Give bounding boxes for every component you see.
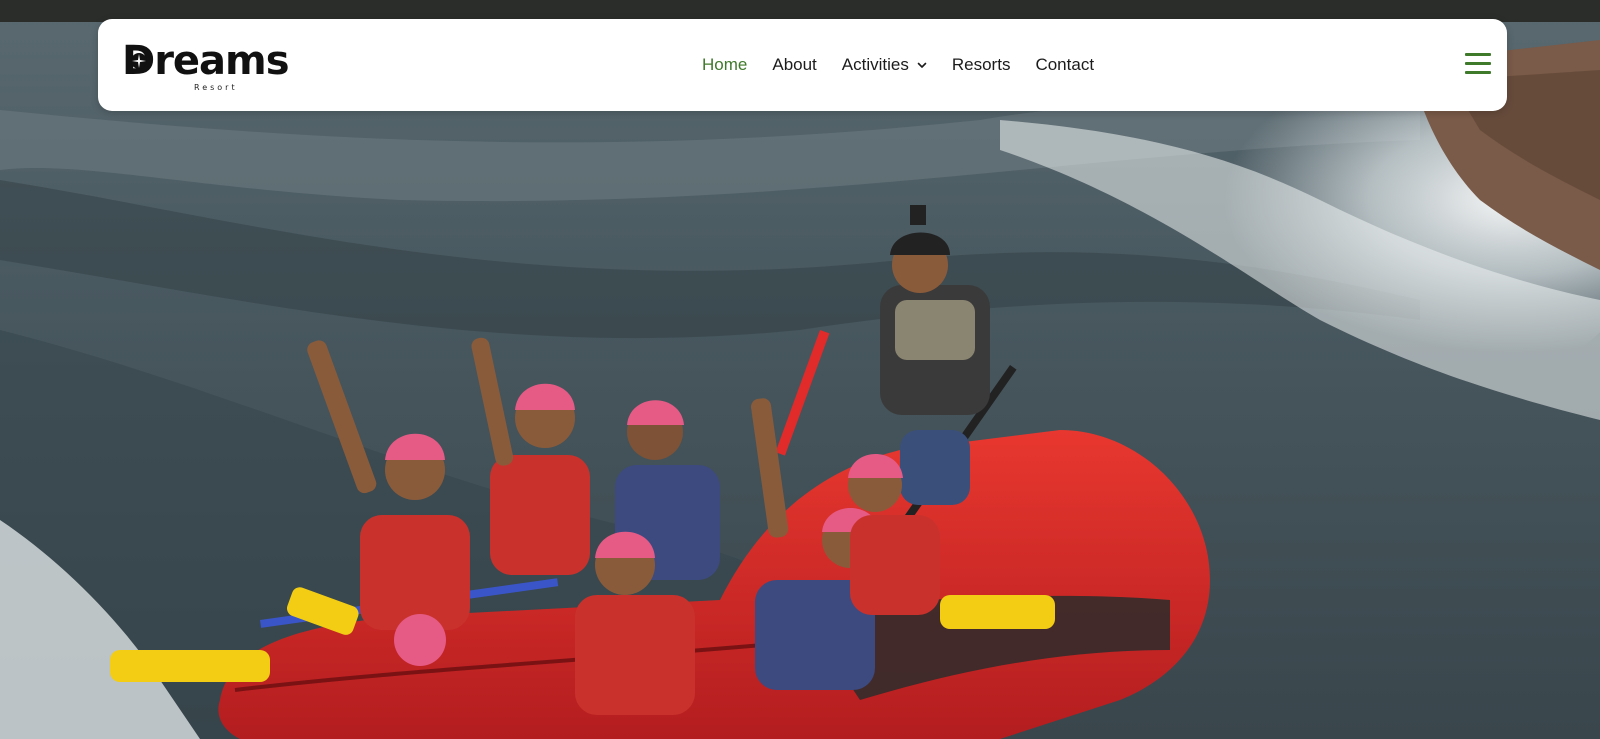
brand-subtitle: Resort (194, 83, 238, 92)
nav-item-home[interactable]: Home (702, 55, 747, 75)
nav-item-label: Resorts (951, 55, 1011, 74)
nav-item-label: Activities (841, 55, 909, 74)
nav-item-label: About (772, 55, 817, 74)
nav-item-resorts[interactable]: Resorts (952, 55, 1011, 75)
brand-logo[interactable]: Dreams Resort (122, 39, 332, 95)
hamburger-menu-icon[interactable] (1465, 53, 1491, 75)
nav-item-contact[interactable]: Contact (1035, 55, 1094, 75)
navbar: Dreams Resort Home About Activities Reso… (98, 19, 1507, 111)
starburst-icon (131, 53, 147, 69)
nav-menu: Home About Activities Resorts Contact (702, 19, 1119, 111)
chevron-down-icon (917, 62, 927, 68)
nav-item-label: Home (702, 55, 748, 74)
nav-item-label: Contact (1035, 55, 1095, 74)
nav-item-activities[interactable]: Activities (842, 55, 927, 75)
nav-item-about[interactable]: About (772, 55, 816, 75)
